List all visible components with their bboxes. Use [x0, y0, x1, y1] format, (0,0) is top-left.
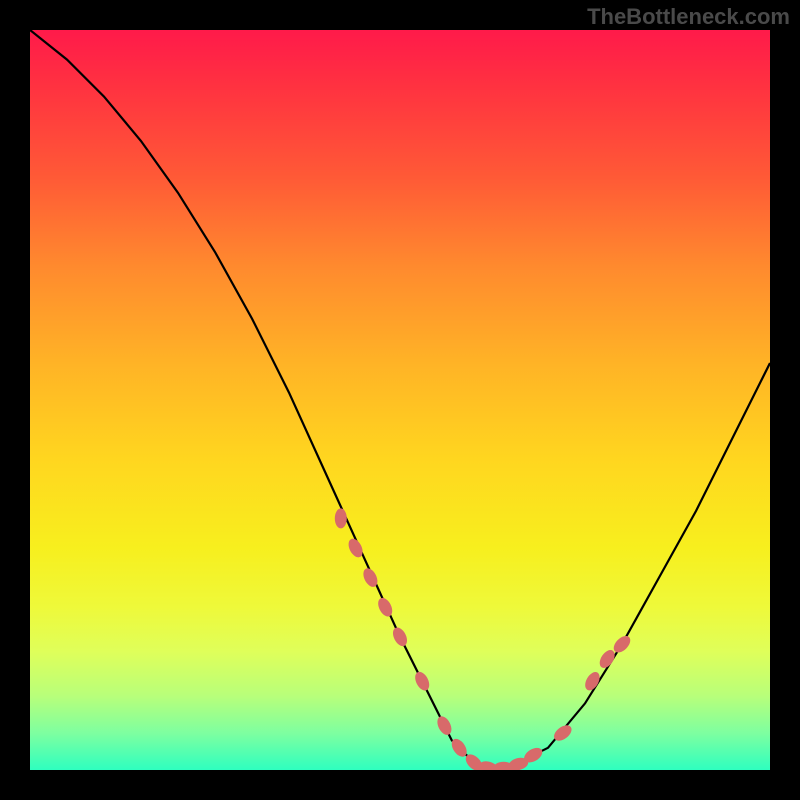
chart-marker — [611, 633, 634, 656]
chart-marker — [335, 508, 347, 528]
chart-svg — [30, 30, 770, 770]
watermark-text: TheBottleneck.com — [587, 4, 790, 30]
chart-marker — [435, 714, 455, 737]
chart-marker — [390, 625, 410, 648]
chart-plot-area — [30, 30, 770, 770]
chart-marker — [412, 670, 432, 693]
chart-markers — [335, 508, 634, 770]
chart-marker — [375, 596, 395, 619]
chart-curve — [30, 30, 770, 769]
